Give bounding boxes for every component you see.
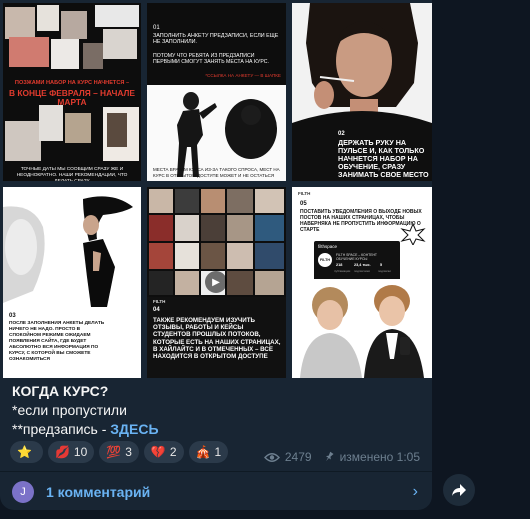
media-tile-6[interactable]: FILTH 05 ПОСТАВИТЬ УВЕДОМЛЕНИЯ О ВЫХОДЕ … [292, 187, 432, 378]
stat2-value: 23,4 тыс. [354, 263, 371, 267]
comments-bar[interactable]: J 1 комментарий › [0, 471, 432, 510]
reaction-count: 3 [125, 445, 132, 459]
reaction-count: 10 [73, 445, 88, 459]
tile4-text: ПОСЛЕ ЗАПОЛНЕНИЯ АНКЕТЫ ДЕЛАТЬ НИЧЕГО НЕ… [9, 321, 105, 362]
pin-icon [325, 451, 334, 462]
reaction-count: 2 [169, 445, 177, 459]
view-count: 2479 [284, 450, 312, 464]
tile5-text: ТАКЖЕ РЕКОМЕНДУЕМ ИЗУЧИТЬ ОТЗЫВЫ, РАБОТЫ… [153, 317, 281, 361]
media-tile-2[interactable]: 01 ЗАПОЛНИТЬ АНКЕТУ ПРЕДЗАПИСИ, ЕСЛИ ЕЩЕ… [147, 3, 286, 181]
caption-line-3: **предзапись - ЗДЕСЬ [12, 420, 422, 439]
reaction-broken-heart[interactable]: 💔 2 [143, 441, 184, 463]
profile-bio: FILTH SPACE – КОНТЕНТ ОБУЧЕНИЕ КУРСЫ [336, 253, 377, 261]
media-tile-3[interactable]: 02 ДЕРЖАТЬ РУКУ НА ПУЛЬСЕ И, КАК ТОЛЬКО … [292, 3, 432, 181]
media-tile-1[interactable]: ПОЗЖАМИ НАБОР НА КУРС НАЧНЕТСЯ – В КОНЦЕ… [3, 3, 141, 181]
edited-label: изменено 1:05 [339, 450, 420, 464]
caption-line-2: *если пропустили [12, 402, 127, 418]
tile6-brand: FILTH [298, 191, 311, 196]
burst-icon [400, 223, 426, 245]
broken-heart-icon: 💔 [150, 445, 166, 459]
tile2-text3: *ССЫЛКА НА АНКЕТУ — В ШАПКЕ [205, 73, 281, 78]
tile5-brand: FILTH [153, 299, 166, 304]
profile-handle: filthspace [318, 244, 338, 249]
tile2-text2: ПОТОМУ ЧТО РЕБЯТА ИЗ ПРЕДЗАПИСИ ПЕРВЫМИ … [153, 53, 269, 65]
play-icon[interactable]: ▶ [205, 271, 227, 293]
star-icon: ⭐ [17, 445, 32, 459]
tile2-text1: ЗАПОЛНИТЬ АНКЕТУ ПРЕДЗАПИСИ, ЕСЛИ ЕЩЕ НЕ… [153, 33, 279, 45]
tile3-number: 02 [338, 131, 345, 137]
eye-icon [263, 452, 280, 462]
media-tile-5[interactable]: ▶ FILTH 04 ТАКЖЕ РЕКОМЕНДУЕМ ИЗУЧИТЬ ОТЗ… [147, 187, 286, 378]
reaction-100[interactable]: 💯 3 [99, 441, 139, 463]
avatar: J [12, 480, 34, 503]
profile-logo: FILTH [318, 253, 332, 267]
media-tile-4[interactable]: FILTH 03 ПОСЛЕ ЗАПОЛНЕНИЯ АНКЕТЫ ДЕЛАТЬ … [3, 187, 141, 378]
tile6-photo [292, 279, 432, 378]
forward-button[interactable] [443, 474, 475, 506]
comments-label: 1 комментарий [46, 483, 151, 500]
tile2-footnote: МЕСТА ВРАЧАМ КУРСА ИЗ-ЗА ТАКОГО СПРОСА, … [153, 167, 280, 179]
tile4-number: 03 [9, 313, 16, 319]
channel-post: ПОЗЖАМИ НАБОР НА КУРС НАЧНЕТСЯ – В КОНЦЕ… [0, 0, 432, 510]
forward-arrow-icon [452, 484, 466, 496]
chevron-right-icon: › [412, 483, 418, 500]
circus-tent-icon: 🎪 [195, 445, 211, 459]
tile1-headline: В КОНЦЕ ФЕВРАЛЯ – НАЧАЛЕ МАРТА [8, 88, 136, 107]
tile3-text: ДЕРЖАТЬ РУКУ НА ПУЛЬСЕ И, КАК ТОЛЬКО НАЧ… [338, 138, 429, 179]
tile2-number: 01 [153, 25, 160, 31]
stat3-label: подписки [378, 269, 391, 273]
reactions-bar: ⭐ 💋 10 💯 3 💔 2 🎪 1 [10, 441, 229, 463]
reaction-circus[interactable]: 🎪 1 [188, 441, 229, 463]
caption-title: КОГДА КУРС? [12, 383, 109, 399]
tile1-footnote: ТОЧНЫЕ ДАТЫ МЫ СООБЩИМ СРАЗУ ЖЕ И НЕОДНО… [16, 167, 128, 181]
caption-line-3-prefix: **предзапись - [12, 421, 111, 437]
reaction-star[interactable]: ⭐ [10, 441, 43, 463]
preorder-link[interactable]: ЗДЕСЬ [110, 421, 158, 437]
reaction-count: 1 [214, 445, 222, 459]
post-meta: 2479 изменено 1:05 [263, 450, 420, 464]
stat3-value: 5 [380, 263, 383, 267]
lips-icon: 💋 [54, 445, 70, 459]
post-caption: КОГДА КУРС? *если пропустили **предзапис… [12, 382, 422, 439]
reaction-lips[interactable]: 💋 10 [47, 441, 95, 463]
tile4-photo [3, 187, 141, 307]
tile1-headline-top: ПОЗЖАМИ НАБОР НА КУРС НАЧНЕТСЯ – [14, 80, 130, 86]
stat1-value: 218 [336, 263, 343, 267]
hundred-icon: 💯 [106, 445, 122, 459]
stat2-label: подписчики [354, 269, 370, 273]
media-grid: ПОЗЖАМИ НАБОР НА КУРС НАЧНЕТСЯ – В КОНЦЕ… [0, 0, 432, 378]
tile5-number: 04 [153, 307, 160, 313]
stat1-label: публикации [334, 269, 351, 273]
tile6-number: 05 [300, 201, 307, 207]
